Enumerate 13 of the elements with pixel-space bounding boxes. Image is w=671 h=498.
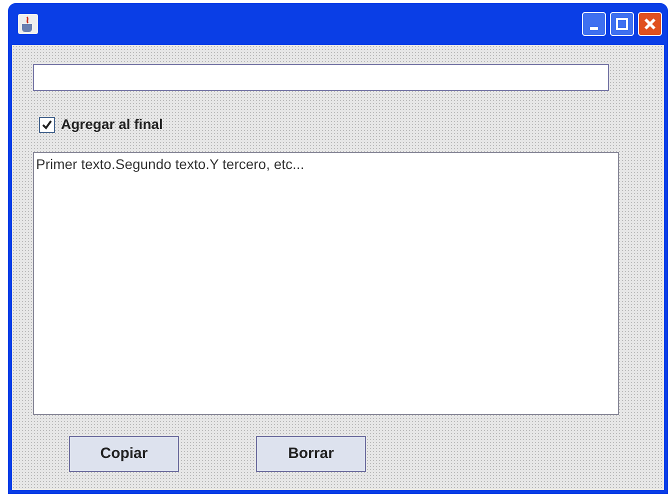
close-button[interactable] [638, 12, 662, 36]
checkbox[interactable] [39, 116, 55, 132]
action-button[interactable]: Copiar [69, 436, 179, 472]
maximize-button[interactable] [610, 12, 634, 36]
action-button[interactable]: Borrar [256, 436, 366, 472]
text-area[interactable]: Primer texto.Segundo texto.Y tercero, etc... [33, 152, 619, 415]
minimize-button[interactable] [582, 12, 606, 36]
checkbox-label: Agregar al final [61, 115, 163, 134]
close-icon [644, 18, 656, 30]
maximize-icon [616, 18, 628, 30]
text-field[interactable] [33, 64, 609, 91]
coffee-cup-icon [18, 14, 38, 34]
minimize-icon [590, 27, 598, 30]
